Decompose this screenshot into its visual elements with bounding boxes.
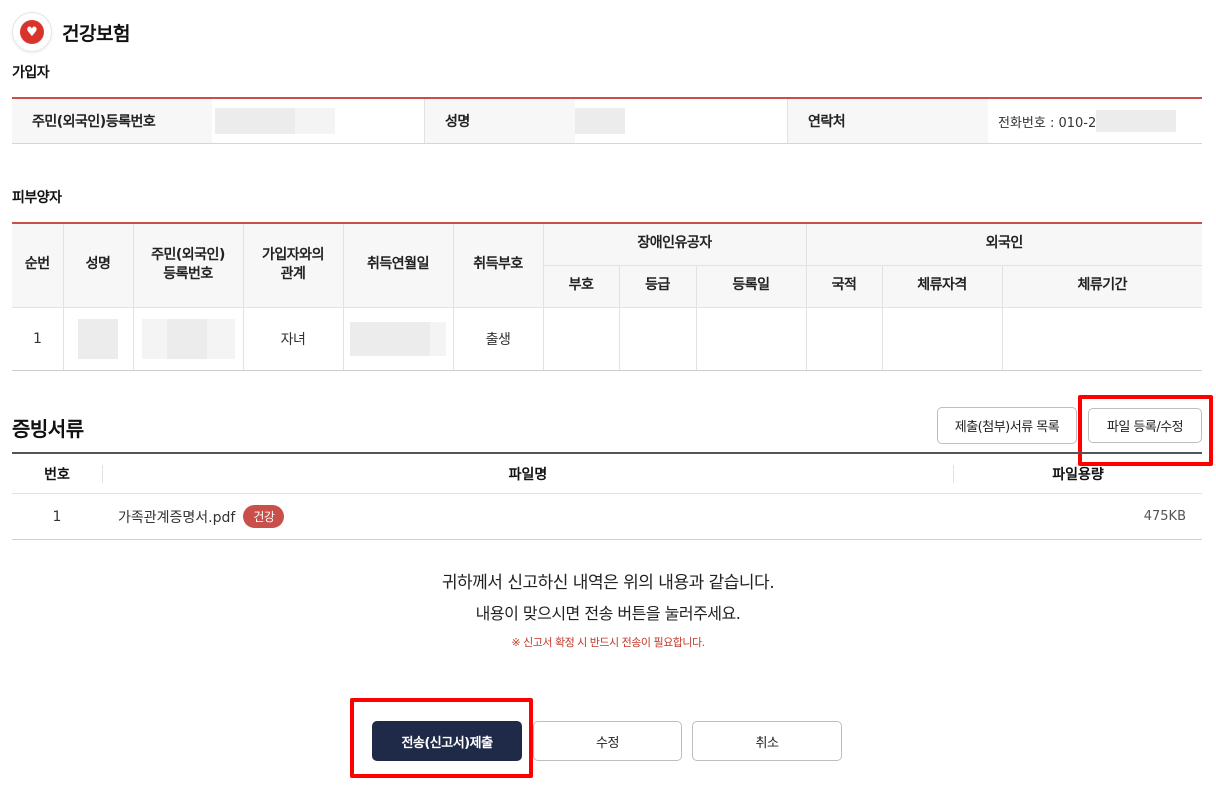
header-acquire-date: 취득연월일: [342, 223, 454, 308]
dependent-disability-code: [542, 306, 620, 371]
subscriber-contact-label: 연락처: [788, 99, 988, 143]
subscriber-name-value: [575, 99, 788, 143]
header-nationality: 국적: [805, 264, 883, 308]
dependent-stay-period: [1001, 306, 1202, 371]
header-name: 성명: [62, 223, 134, 308]
submit-report-button[interactable]: 전송(신고서)제출: [372, 721, 522, 761]
header-disability-grade: 등급: [618, 264, 697, 308]
doc-header-no: 번호: [44, 466, 70, 483]
app-title: 건강보험: [62, 22, 130, 45]
dependent-nationality: [805, 306, 883, 371]
header-disability-group: 장애인유공자: [542, 223, 807, 266]
doc-file-size: 475KB: [1143, 509, 1186, 524]
documents-title: 증빙서류: [12, 417, 84, 441]
documents-table-header: 번호 파일명 파일용량: [12, 454, 1202, 494]
dependent-relation: 자녀: [242, 306, 344, 371]
confirmation-message: 귀하께서 신고하신 내역은 위의 내용과 같습니다.: [441, 573, 775, 593]
table-row: 1 가족관계증명서.pdf 건강 475KB: [12, 494, 1202, 540]
doc-header-file-size: 파일용량: [1052, 466, 1104, 483]
dependent-acquire-date: [342, 306, 454, 371]
subscriber-name-label: 성명: [425, 99, 575, 143]
edit-button[interactable]: 수정: [533, 721, 682, 761]
doc-header-file-name: 파일명: [508, 466, 548, 483]
instruction-message: 내용이 맞으시면 전송 버튼을 눌러주세요.: [475, 604, 741, 623]
header-foreigner-group: 외국인: [805, 223, 1202, 266]
dependent-stay-status: [881, 306, 1003, 371]
subscriber-table: 주민(외국인)등록번호 성명 연락처 전화번호 : 010-2: [12, 97, 1202, 144]
doc-row-no: 1: [52, 508, 62, 525]
dependent-name: [62, 306, 134, 371]
subscriber-contact-value: 전화번호 : 010-2: [988, 99, 1202, 143]
file-upload-edit-button[interactable]: 파일 등록/수정: [1088, 408, 1202, 443]
table-row: 1 자녀 출생: [12, 306, 1202, 371]
doc-category-badge: 건강: [243, 505, 285, 528]
warning-message: ※ 신고서 확정 시 반드시 전송이 필요합니다.: [511, 636, 705, 649]
document-list-button[interactable]: 제출(첨부)서류 목록: [937, 407, 1077, 444]
dependent-disability-grade: [618, 306, 697, 371]
subscriber-section-label: 가입자: [12, 65, 50, 81]
documents-table: 번호 파일명 파일용량 1 가족관계증명서.pdf 건강 475KB: [12, 452, 1202, 540]
heart-icon: ♥: [26, 24, 38, 40]
header-relation: 가입자와의 관계: [242, 223, 344, 308]
health-insurance-logo: ♥: [12, 12, 52, 52]
dependent-disability-date: [695, 306, 807, 371]
subscriber-id-value: [212, 99, 425, 143]
header-no: 순번: [12, 223, 64, 308]
cancel-button[interactable]: 취소: [692, 721, 842, 761]
dependent-no: 1: [12, 306, 64, 371]
header-stay-status: 체류자격: [881, 264, 1003, 308]
dependents-section-label: 피부양자: [12, 190, 62, 206]
subscriber-id-label: 주민(외국인)등록번호: [12, 99, 212, 143]
doc-row-file: 가족관계증명서.pdf 건강: [102, 505, 952, 528]
header-stay-period: 체류기간: [1001, 264, 1202, 308]
dependent-id: [132, 306, 244, 371]
header-acquire-code: 취득부호: [452, 223, 544, 308]
doc-file-name: 가족관계증명서.pdf: [118, 509, 236, 526]
dependents-table: 순번 성명 주민(외국인) 등록번호 가입자와의 관계 취득연월일 취득부호 장…: [12, 222, 1202, 371]
contact-phone-text: 전화번호 : 010-2: [998, 115, 1097, 131]
header-disability-date: 등록일: [695, 264, 807, 308]
app-header: ♥ 건강보험: [12, 12, 130, 52]
dependent-acquire-code: 출생: [452, 306, 544, 371]
header-disability-code: 부호: [543, 264, 620, 308]
header-id: 주민(외국인) 등록번호: [132, 223, 244, 308]
